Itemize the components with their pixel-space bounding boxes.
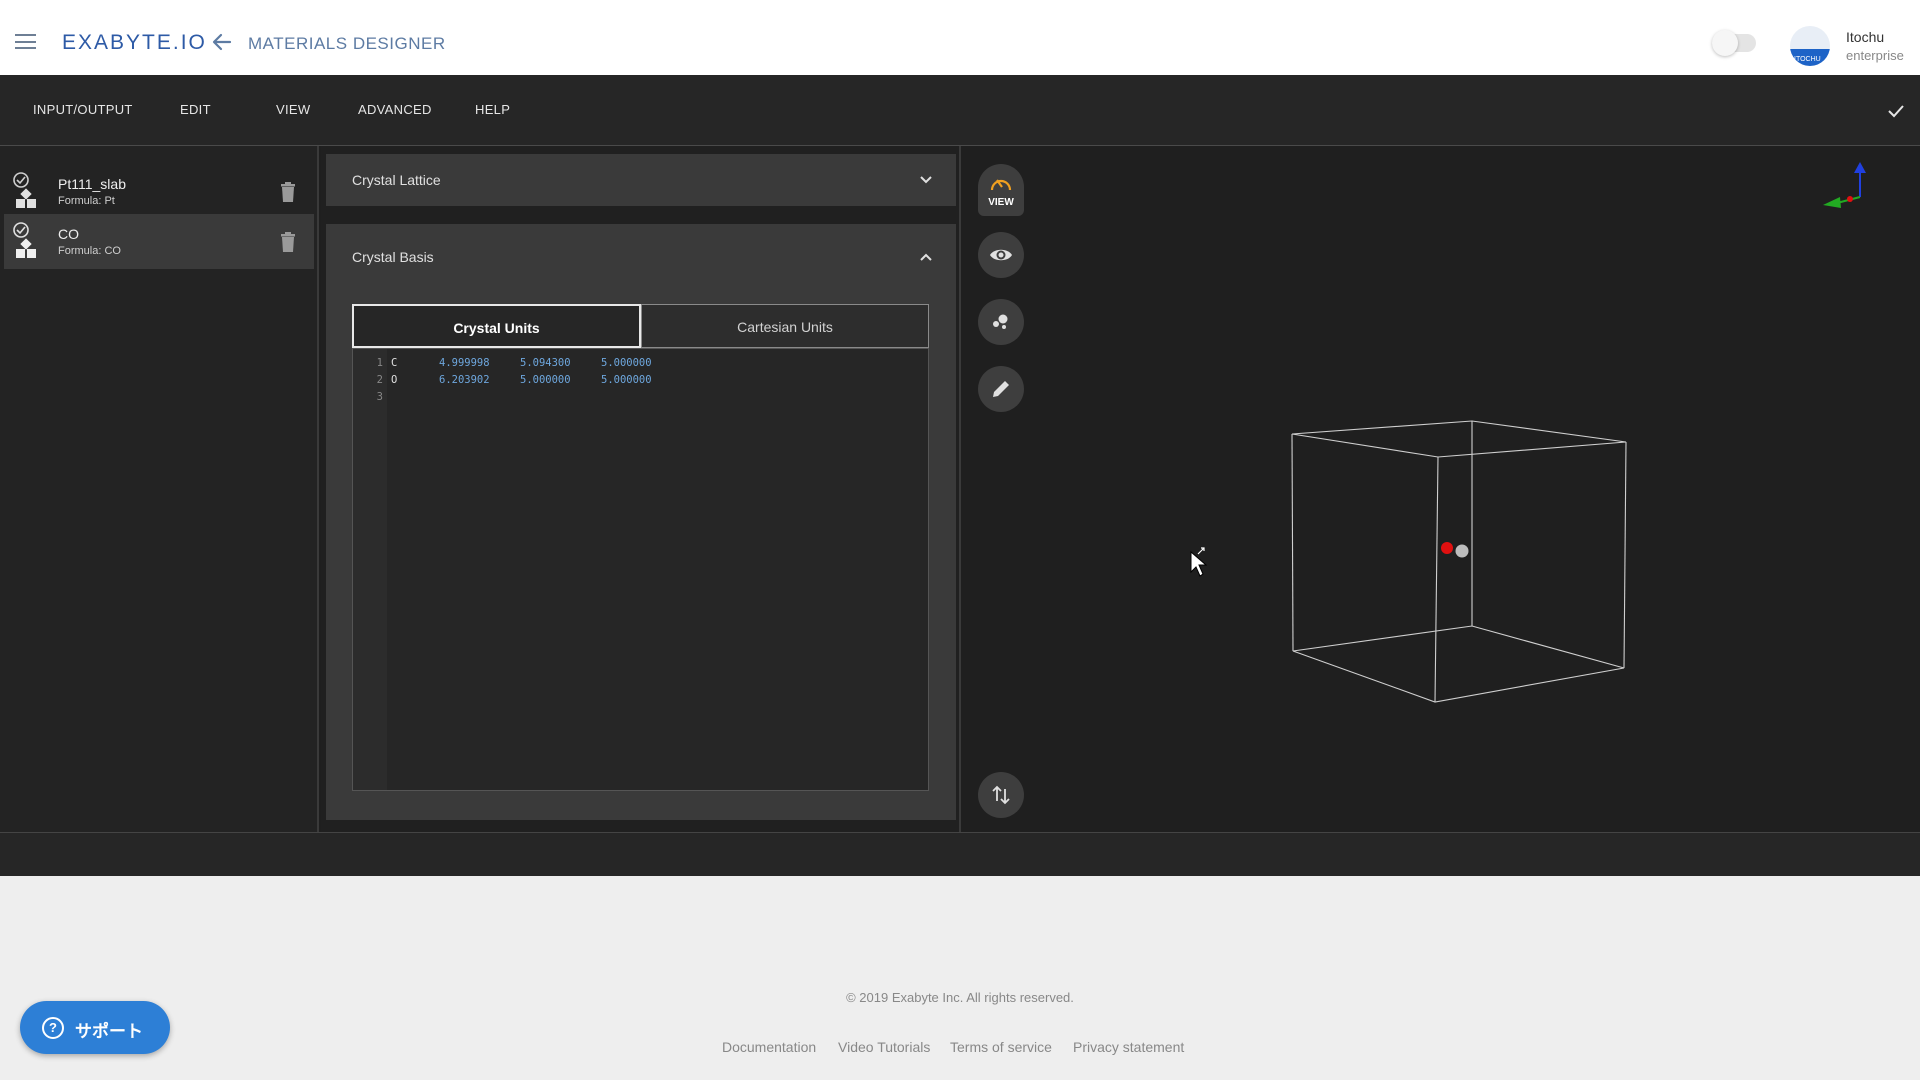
theme-toggle[interactable] <box>1712 30 1756 56</box>
menu-edit[interactable]: EDIT <box>180 102 211 117</box>
editor-panel: Crystal Lattice Crystal Basis Crystal Un… <box>321 146 961 832</box>
line-number: 3 <box>376 391 383 403</box>
axes-indicator <box>1823 162 1866 208</box>
top-header: EXABYTE.IO MATERIALS DESIGNER ITOCHU Ito… <box>0 0 1920 75</box>
atoms-button[interactable] <box>978 299 1024 345</box>
chevron-up-icon[interactable] <box>918 249 934 265</box>
coord-z: 5.000000 <box>601 357 652 369</box>
materials-sidebar: Pt111_slab Formula: Pt CO Formula: CO <box>0 146 319 832</box>
footer-link-video-tutorials[interactable]: Video Tutorials <box>838 1039 930 1055</box>
footer-link-terms[interactable]: Terms of service <box>950 1039 1052 1055</box>
check-icon[interactable] <box>1886 101 1906 121</box>
view-button[interactable]: VIEW <box>978 164 1024 216</box>
unit-cell-box <box>1291 420 1627 703</box>
material-item-co[interactable]: CO Formula: CO <box>4 214 314 269</box>
visibility-button[interactable] <box>978 232 1024 278</box>
element-symbol: O <box>391 374 398 386</box>
gauge-icon <box>990 179 1012 191</box>
coord-z: 5.000000 <box>601 374 652 386</box>
user-name[interactable]: Itochu <box>1846 29 1884 45</box>
view-label: VIEW <box>988 197 1014 208</box>
crystal-basis-title: Crystal Basis <box>352 249 434 265</box>
footer: © 2019 Exabyte Inc. All rights reserved.… <box>0 876 1920 1080</box>
coord-y: 5.094300 <box>520 357 571 369</box>
user-role: enterprise <box>1846 48 1904 63</box>
cursor-icon <box>1190 547 1208 577</box>
footer-link-documentation[interactable]: Documentation <box>722 1039 816 1055</box>
swap-axes-button[interactable] <box>978 772 1024 818</box>
line-number: 1 <box>376 357 383 369</box>
molecule-icon <box>993 314 1008 329</box>
help-circle-icon: ? <box>42 1017 64 1039</box>
3d-viewer-canvas[interactable] <box>1040 146 1920 832</box>
trash-icon[interactable] <box>280 232 296 252</box>
menu-input-output[interactable]: INPUT/OUTPUT <box>33 102 133 117</box>
basis-code-editor[interactable]: 1 C 4.999998 5.094300 5.000000 2 O 6.203… <box>352 348 929 791</box>
coord-x: 6.203902 <box>439 374 490 386</box>
line-number: 2 <box>376 374 383 386</box>
material-formula: Formula: CO <box>58 245 121 257</box>
menu-view[interactable]: VIEW <box>276 102 310 117</box>
material-icon <box>13 222 36 258</box>
material-item-pt111-slab[interactable]: Pt111_slab Formula: Pt <box>4 164 314 219</box>
status-strip <box>0 832 1920 876</box>
element-symbol: C <box>391 357 398 369</box>
crystal-lattice-accordion[interactable]: Crystal Lattice <box>326 154 956 206</box>
line-number-gutter <box>353 349 387 790</box>
menu-advanced[interactable]: ADVANCED <box>358 102 432 117</box>
page-title: MATERIALS DESIGNER <box>248 34 446 53</box>
crystal-lattice-title: Crystal Lattice <box>352 172 441 188</box>
coord-x: 4.999998 <box>439 357 490 369</box>
pencil-icon <box>993 381 1009 397</box>
copyright-text: © 2019 Exabyte Inc. All rights reserved. <box>846 990 1074 1005</box>
tab-cartesian-units[interactable]: Cartesian Units <box>641 304 929 348</box>
crystal-basis-accordion: Crystal Basis Crystal Units Cartesian Un… <box>326 224 956 820</box>
material-formula: Formula: Pt <box>58 195 115 207</box>
swap-vertical-icon <box>992 785 1010 805</box>
exabyte-logo[interactable]: EXABYTE.IO <box>62 31 207 55</box>
material-name: Pt111_slab <box>58 176 126 192</box>
carbon-atom[interactable] <box>1455 544 1469 558</box>
coord-y: 5.000000 <box>520 374 571 386</box>
hamburger-menu-icon[interactable] <box>15 34 36 49</box>
units-tabs: Crystal Units Cartesian Units <box>352 304 929 348</box>
avatar-text: ITOCHU <box>1794 56 1821 63</box>
menubar: INPUT/OUTPUT EDIT VIEW ADVANCED HELP <box>0 75 1920 146</box>
workspace: Pt111_slab Formula: Pt CO Formula: CO Cr… <box>0 146 1920 832</box>
oxygen-atom[interactable] <box>1441 542 1453 554</box>
avatar[interactable]: ITOCHU <box>1790 26 1830 66</box>
material-icon <box>13 172 36 208</box>
eye-icon <box>990 249 1012 261</box>
support-button[interactable]: ? サポート <box>20 1001 170 1054</box>
material-name: CO <box>58 226 79 242</box>
toggle-knob <box>1712 30 1738 56</box>
chevron-down-icon[interactable] <box>918 172 934 188</box>
tab-crystal-units[interactable]: Crystal Units <box>352 304 641 348</box>
back-arrow-icon[interactable] <box>210 30 234 54</box>
footer-link-privacy[interactable]: Privacy statement <box>1073 1039 1184 1055</box>
menu-help[interactable]: HELP <box>475 102 510 117</box>
support-label: サポート <box>75 1022 143 1041</box>
edit-button[interactable] <box>978 366 1024 412</box>
trash-icon[interactable] <box>280 182 296 202</box>
